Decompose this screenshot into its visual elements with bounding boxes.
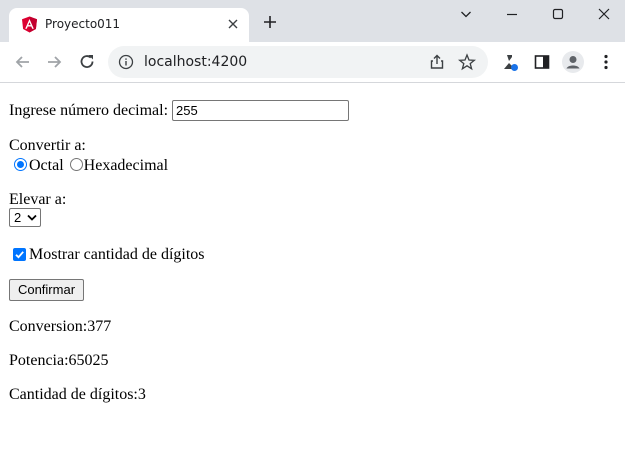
info-icon[interactable] bbox=[118, 54, 134, 70]
power-result: Potencia:65025 bbox=[9, 352, 109, 369]
octal-label: Octal bbox=[29, 157, 64, 174]
show-digits-checkbox[interactable] bbox=[13, 248, 26, 261]
browser-toolbar: localhost:4200 bbox=[0, 42, 625, 83]
power-select-value: 2 bbox=[14, 210, 22, 225]
reload-icon[interactable] bbox=[77, 52, 97, 72]
sidepanel-icon[interactable] bbox=[532, 52, 552, 72]
browser-tab[interactable]: Proyecto011 bbox=[9, 8, 249, 42]
hexadecimal-radio[interactable] bbox=[69, 158, 83, 171]
convert-options: Octal Hexadecimal bbox=[9, 157, 168, 175]
show-digits-label: Mostrar cantidad de dígitos bbox=[29, 246, 205, 263]
window-close-icon[interactable] bbox=[581, 0, 625, 30]
power-select[interactable]: 2 bbox=[9, 208, 41, 227]
profile-icon[interactable] bbox=[562, 51, 584, 73]
tab-title: Proyecto011 bbox=[45, 17, 121, 31]
share-icon[interactable] bbox=[428, 53, 446, 71]
decimal-label: Ingrese número decimal: bbox=[9, 102, 169, 119]
angular-icon bbox=[21, 16, 38, 33]
convert-label: Convertir a: bbox=[9, 137, 86, 154]
close-icon[interactable] bbox=[225, 16, 241, 32]
minimize-icon[interactable] bbox=[489, 0, 535, 30]
digits-result: Cantidad de dígitos:3 bbox=[9, 386, 146, 403]
power-label: Elevar a: bbox=[9, 191, 67, 208]
url-text: localhost:4200 bbox=[144, 54, 248, 70]
forward-icon[interactable] bbox=[44, 52, 64, 72]
extensions-icon[interactable] bbox=[500, 52, 520, 72]
tab-strip: Proyecto011 bbox=[0, 0, 625, 42]
confirm-button[interactable]: Confirmar bbox=[9, 279, 84, 301]
page-content: Ingrese número decimal: Convertir a: Oct… bbox=[0, 84, 625, 456]
maximize-icon[interactable] bbox=[535, 0, 581, 30]
octal-radio[interactable] bbox=[14, 158, 27, 171]
menu-icon[interactable] bbox=[596, 52, 616, 72]
back-icon[interactable] bbox=[13, 52, 33, 72]
address-bar[interactable]: localhost:4200 bbox=[108, 46, 488, 78]
hexadecimal-label: Hexadecimal bbox=[83, 157, 169, 174]
star-icon[interactable] bbox=[457, 53, 477, 71]
plus-icon[interactable] bbox=[260, 12, 280, 32]
conversion-result: Conversion:377 bbox=[9, 318, 112, 335]
chevron-down-icon[interactable] bbox=[443, 0, 489, 30]
decimal-input[interactable] bbox=[172, 100, 349, 121]
